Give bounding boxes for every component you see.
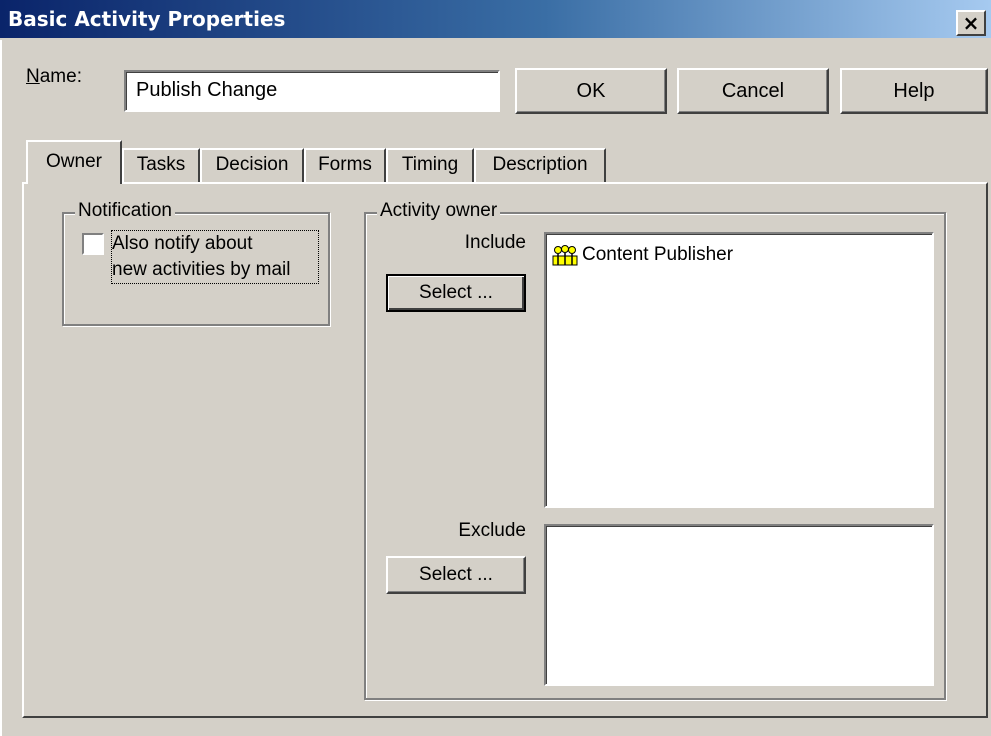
- include-label: Include: [464, 232, 526, 253]
- tab-owner[interactable]: Owner: [26, 140, 122, 184]
- tab-decision[interactable]: Decision: [200, 148, 304, 182]
- notify-label-line1: Also notify about: [112, 233, 253, 254]
- name-input[interactable]: Publish Change: [124, 70, 500, 112]
- include-item-label: Content Publisher: [582, 244, 734, 265]
- activity-owner-legend: Activity owner: [377, 200, 501, 222]
- exclude-listbox[interactable]: [544, 524, 934, 686]
- close-button[interactable]: ×: [956, 10, 986, 36]
- name-label-mnemonic: N: [26, 66, 40, 87]
- window-title: Basic Activity Properties: [8, 7, 286, 31]
- tab-tasks[interactable]: Tasks: [122, 148, 200, 182]
- tab-timing[interactable]: Timing: [386, 148, 474, 182]
- name-label-text: Name:: [26, 66, 82, 87]
- notification-legend: Notification: [75, 200, 175, 222]
- exclude-select-button[interactable]: Select ...: [386, 556, 526, 594]
- notify-label-line2: new activities by mail: [112, 259, 291, 280]
- name-label: Name:: [26, 66, 82, 88]
- close-icon: ×: [962, 11, 980, 35]
- notify-checkbox-label[interactable]: Also notify about new activities by mail: [111, 230, 319, 284]
- ok-button[interactable]: OK: [515, 68, 667, 114]
- cancel-button[interactable]: Cancel: [677, 68, 829, 114]
- include-list-item[interactable]: Content Publisher: [552, 244, 733, 266]
- tab-forms[interactable]: Forms: [304, 148, 386, 182]
- include-select-button[interactable]: Select ...: [386, 274, 526, 312]
- name-label-rest: ame:: [39, 66, 82, 87]
- tab-description[interactable]: Description: [474, 148, 606, 182]
- group-icon: [552, 244, 578, 266]
- include-listbox[interactable]: Content Publisher: [544, 232, 934, 508]
- notify-checkbox[interactable]: [82, 233, 104, 255]
- help-button[interactable]: Help: [840, 68, 988, 114]
- exclude-label: Exclude: [458, 520, 526, 541]
